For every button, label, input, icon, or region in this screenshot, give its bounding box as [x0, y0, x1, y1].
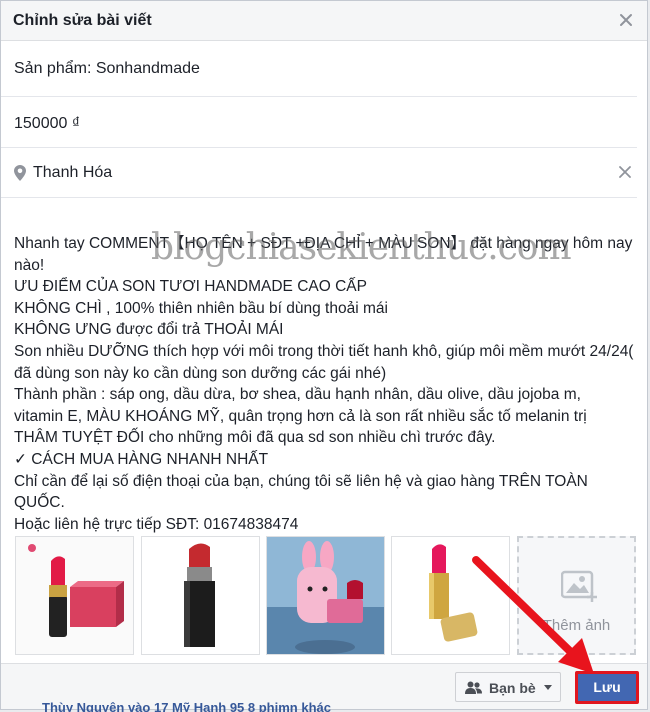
- post-line: Chỉ cần để lại số điện thoại của bạn, ch…: [14, 472, 588, 512]
- product-photo-1[interactable]: [15, 536, 134, 655]
- lipstick-image: [142, 537, 259, 654]
- edit-post-dialog: Chỉnh sửa bài viết Sản phẩm: Sonhandmade…: [0, 0, 648, 710]
- bunny-lipstick-image: [267, 537, 384, 654]
- dialog-title: Chỉnh sửa bài viết: [13, 12, 152, 29]
- audience-label: Bạn bè: [489, 680, 536, 696]
- audience-selector-button[interactable]: Bạn bè: [455, 672, 561, 702]
- product-photo-4[interactable]: [391, 536, 510, 655]
- friends-icon: [465, 681, 482, 694]
- post-line: KHÔNG CHÌ , 100% thiên nhiên bầu bí dùng…: [14, 299, 388, 317]
- dialog-header: Chỉnh sửa bài viết: [1, 1, 647, 41]
- add-photo-icon: [561, 570, 597, 602]
- post-line: Nhanh tay COMMENT【HỌ TÊN + SĐT +ĐỊA CHỈ …: [14, 235, 633, 274]
- save-button[interactable]: Lưu: [575, 671, 639, 704]
- product-name-field[interactable]: Sản phẩm: Sonhandmade: [1, 42, 637, 97]
- location-value: Thanh Hóa: [33, 164, 113, 181]
- close-icon[interactable]: [619, 13, 633, 27]
- post-line: ƯU ĐIỂM CỦA SON TƯƠI HANDMADE CAO CẤP: [14, 278, 367, 296]
- gold-lipstick-image: [392, 537, 509, 654]
- product-photo-2[interactable]: [141, 536, 260, 655]
- add-photo-label: Thêm ảnh: [542, 617, 611, 634]
- post-line: Thành phần : sáp ong, dầu dừa, bơ shea, …: [14, 386, 587, 447]
- post-line: ✓ CÁCH MUA HÀNG NHANH NHẤT: [14, 450, 269, 468]
- lipstick-box-image: [16, 537, 133, 654]
- photo-strip: Thêm ảnh: [1, 536, 647, 656]
- product-name-value: Sản phẩm: Sonhandmade: [14, 60, 200, 77]
- price-value: 150000 ₫: [14, 115, 81, 132]
- post-text-editor[interactable]: Nhanh tay COMMENT【HỌ TÊN + SĐT +ĐỊA CHỈ …: [14, 233, 634, 535]
- location-pin-icon: [14, 165, 26, 181]
- add-photo-button[interactable]: Thêm ảnh: [517, 536, 636, 655]
- chevron-down-icon: [544, 685, 552, 690]
- post-line: KHÔNG ƯNG được đổi trả THOẢI MÁI: [14, 321, 284, 339]
- post-line: Son nhiều DƯỠNG thích hợp với môi trong …: [14, 342, 634, 382]
- clear-location-icon[interactable]: [619, 166, 631, 178]
- background-feed-text: Thùy Nguyên vào 17 Mỹ Hạnh 95 8 phimn kh…: [42, 700, 331, 712]
- price-field[interactable]: 150000 ₫: [1, 97, 637, 148]
- post-line: Hoặc liên hệ trực tiếp SĐT: 01674838474: [14, 515, 299, 533]
- location-field[interactable]: Thanh Hóa: [1, 148, 637, 198]
- product-photo-3[interactable]: [266, 536, 385, 655]
